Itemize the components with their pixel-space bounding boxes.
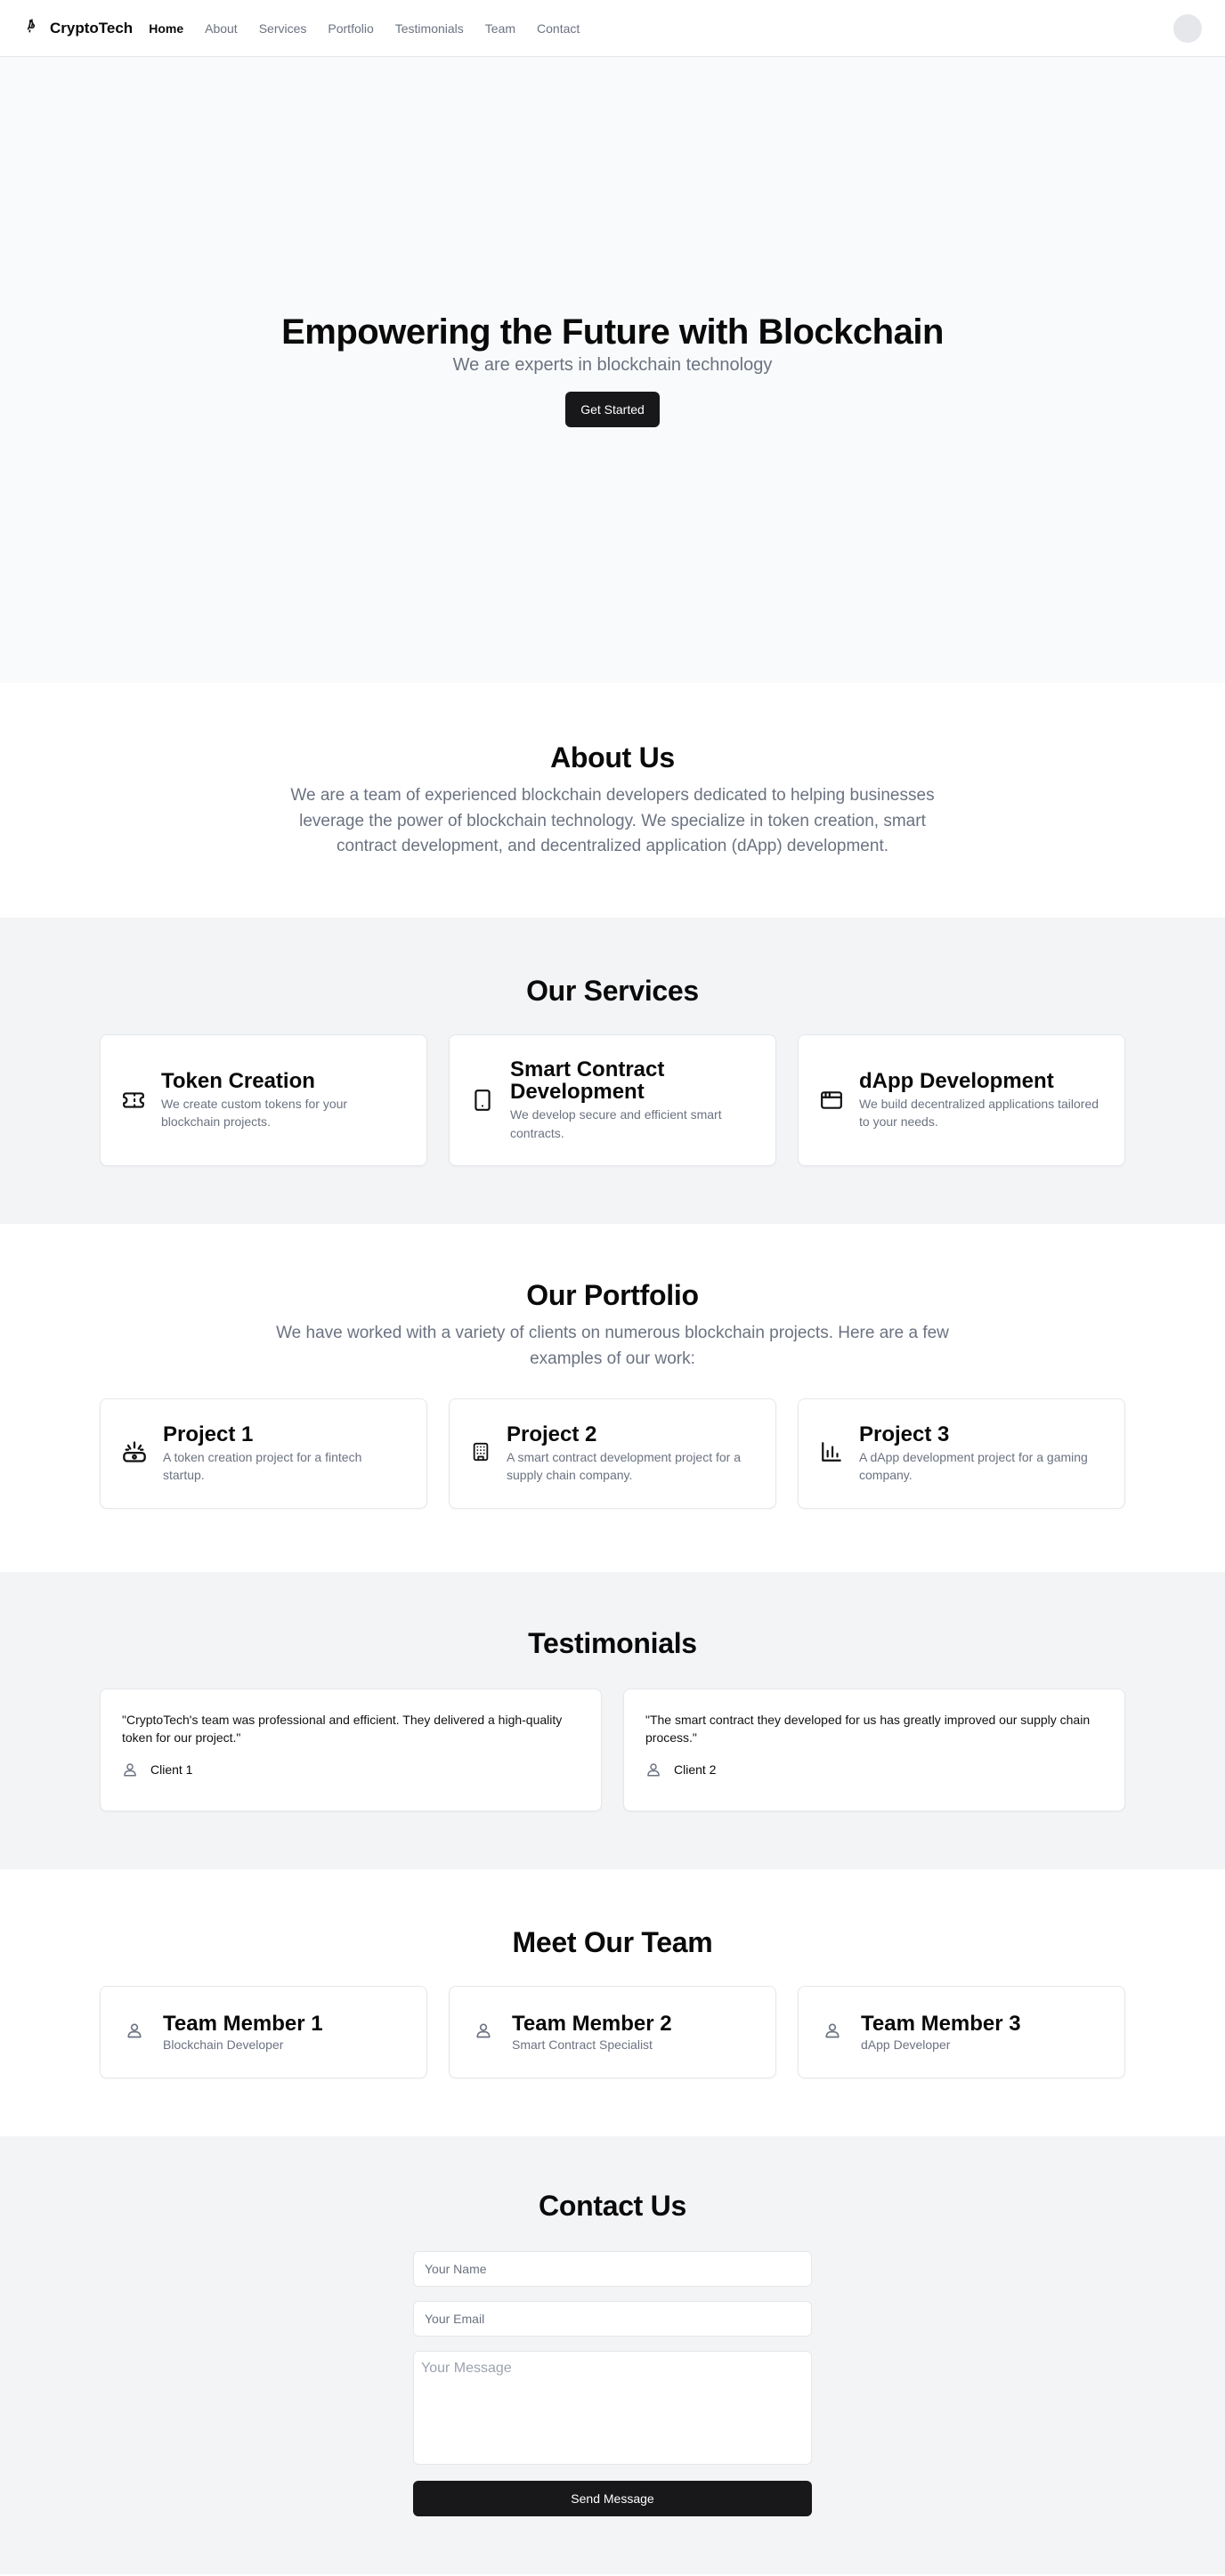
team-member-card-1: Team Member 1 Blockchain Developer <box>100 1986 427 2078</box>
portfolio-section: Our Portfolio We have worked with a vari… <box>0 1224 1225 1572</box>
contact-form: Send Message <box>413 2251 812 2516</box>
service-title: Smart Contract Development <box>510 1057 665 1105</box>
testimonial-card-2: "The smart contract they developed for u… <box>623 1689 1125 1811</box>
hero-subtitle: We are experts in blockchain technology <box>452 355 773 375</box>
testimonials-title: Testimonials <box>528 1627 697 1659</box>
testimonial-client: Client 2 <box>674 1762 717 1777</box>
project-card-2: Project 2 A smart contract development p… <box>449 1398 776 1509</box>
browser-icon <box>820 1089 843 1112</box>
project-card-1: Project 1 A token creation project for a… <box>100 1398 427 1509</box>
services-section: Our Services Token Creation We create cu… <box>0 918 1225 1224</box>
project-desc: A smart contract development project for… <box>507 1449 742 1483</box>
team-member-name: Team Member 3 <box>861 2011 1021 2036</box>
nav-link-testimonials[interactable]: Testimonials <box>395 21 464 36</box>
nav-link-contact[interactable]: Contact <box>537 21 580 36</box>
piggy-bank-icon <box>122 1439 147 1469</box>
service-title: dApp Development <box>859 1068 1054 1093</box>
nav-link-portfolio[interactable]: Portfolio <box>328 21 373 36</box>
team-member-card-2: Team Member 2 Smart Contract Specialist <box>449 1986 776 2078</box>
get-started-button[interactable]: Get Started <box>565 392 660 427</box>
testimonial-card-1: "CryptoTech's team was professional and … <box>100 1689 602 1811</box>
project-desc: A token creation project for a fintech s… <box>163 1449 362 1483</box>
project-title: Project 2 <box>507 1422 597 1446</box>
contact-section: Contact Us Send Message <box>0 2136 1225 2574</box>
project-desc: A dApp development project for a gaming … <box>859 1449 1088 1483</box>
team-member-card-3: Team Member 3 dApp Developer <box>798 1986 1125 2078</box>
portfolio-text: We have worked with a variety of clients… <box>276 1324 949 1368</box>
user-icon <box>645 1762 661 1778</box>
portfolio-title: Our Portfolio <box>526 1279 699 1311</box>
team-member-role: dApp Developer <box>861 2037 951 2053</box>
hero-title: Empowering the Future with Blockchain <box>281 312 944 352</box>
user-avatar[interactable] <box>1173 13 1202 43</box>
service-desc: We develop secure and efficient smart co… <box>510 1107 722 1140</box>
project-title: Project 1 <box>163 1422 254 1446</box>
team-member-role: Smart Contract Specialist <box>512 2037 653 2053</box>
service-card-token-creation: Token Creation We create custom tokens f… <box>100 1034 427 1166</box>
service-card-dapp: dApp Development We build decentralized … <box>798 1034 1125 1166</box>
testimonial-client: Client 1 <box>150 1762 193 1777</box>
top-navbar: CryptoTech Home About Services Portfolio… <box>0 0 1225 57</box>
team-section: Meet Our Team Team Member 1 Blockchain D… <box>0 1869 1225 2136</box>
nav-links: Home About Services Portfolio Testimonia… <box>149 21 580 36</box>
email-input[interactable] <box>413 2301 812 2337</box>
about-title: About Us <box>550 741 675 774</box>
user-icon <box>475 2021 492 2044</box>
testimonials-section: Testimonials "CryptoTech's team was prof… <box>0 1572 1225 1869</box>
contact-title: Contact Us <box>539 2190 686 2222</box>
team-member-name: Team Member 1 <box>163 2011 323 2036</box>
about-section: About Us We are a team of experienced bl… <box>0 683 1225 918</box>
building-icon <box>471 1442 491 1466</box>
team-title: Meet Our Team <box>512 1926 713 1958</box>
user-icon <box>122 1762 138 1778</box>
about-text: We are a team of experienced blockchain … <box>290 786 935 855</box>
testimonial-quote: "The smart contract they developed for u… <box>645 1713 1091 1746</box>
send-message-button[interactable]: Send Message <box>413 2481 812 2516</box>
user-icon <box>823 2021 841 2044</box>
nav-link-home[interactable]: Home <box>149 21 183 36</box>
hero-section: Empowering the Future with Blockchain We… <box>0 57 1225 683</box>
service-desc: We build decentralized applications tail… <box>859 1096 1099 1130</box>
nav-link-team[interactable]: Team <box>485 21 515 36</box>
brand-name: CryptoTech <box>50 19 134 36</box>
project-card-3: Project 3 A dApp development project for… <box>798 1398 1125 1509</box>
service-desc: We create custom tokens for your blockch… <box>161 1096 348 1130</box>
message-textarea[interactable] <box>413 2351 812 2465</box>
testimonial-quote: "CryptoTech's team was professional and … <box>122 1713 563 1746</box>
brand[interactable]: CryptoTech <box>23 17 133 39</box>
service-card-smart-contract: Smart Contract Development We develop se… <box>449 1034 776 1166</box>
bitcoin-icon <box>23 17 41 39</box>
nav-link-services[interactable]: Services <box>259 21 307 36</box>
team-member-name: Team Member 2 <box>512 2011 672 2036</box>
service-title: Token Creation <box>161 1068 315 1093</box>
name-input[interactable] <box>413 2251 812 2287</box>
project-title: Project 3 <box>859 1422 950 1446</box>
nav-link-about[interactable]: About <box>205 21 238 36</box>
tablet-icon <box>471 1089 494 1112</box>
ticket-icon <box>122 1089 145 1112</box>
bar-chart-icon <box>820 1440 843 1468</box>
team-member-role: Blockchain Developer <box>163 2037 284 2053</box>
services-title: Our Services <box>526 975 699 1007</box>
user-icon <box>126 2021 143 2044</box>
